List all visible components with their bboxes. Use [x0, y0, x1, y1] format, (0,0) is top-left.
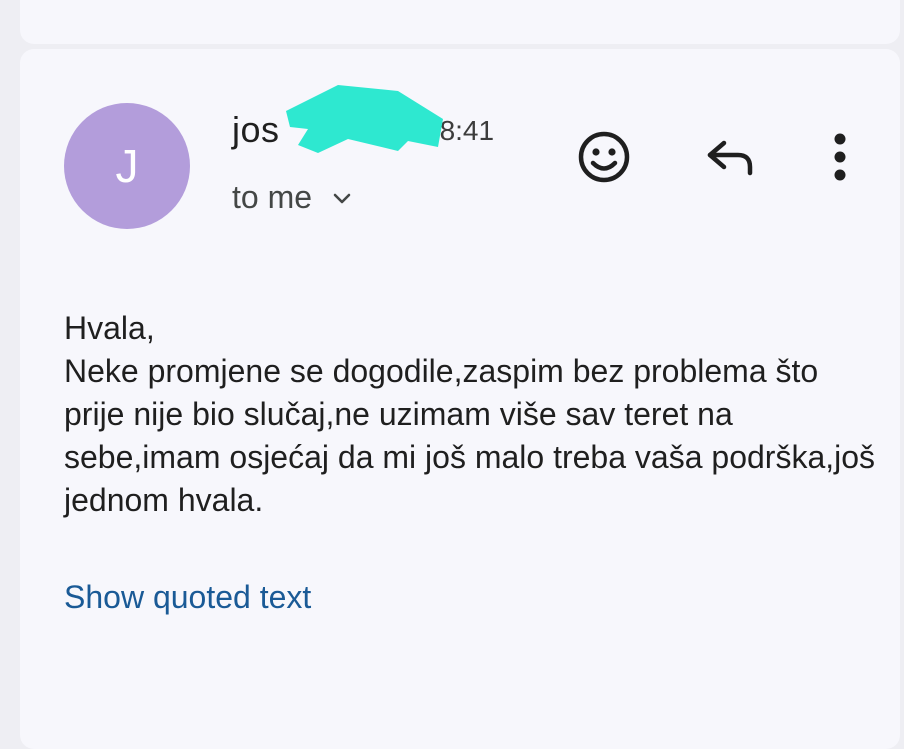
add-reaction-button[interactable]	[572, 125, 636, 189]
redaction-scribble	[286, 85, 443, 153]
reply-button[interactable]	[700, 127, 760, 187]
smiley-face-icon	[578, 131, 630, 183]
recipient-label: to me	[232, 179, 313, 215]
previous-message-card	[20, 0, 900, 44]
show-quoted-text-link[interactable]: Show quoted text	[64, 579, 311, 616]
message-greeting: Hvala,	[64, 310, 155, 346]
reply-arrow-icon	[707, 140, 753, 176]
more-options-button[interactable]	[820, 127, 860, 187]
chevron-down-icon	[333, 193, 351, 203]
avatar-initial: J	[115, 140, 139, 192]
more-vertical-icon	[834, 133, 846, 181]
message-body: Hvala, Neke promjene se dogodile,zaspim …	[64, 307, 884, 522]
recipient-toggle[interactable]: to me	[232, 179, 354, 216]
sender-name: jos	[232, 109, 280, 150]
email-message-card: J jos 08:41 to me Hvala, Neke promjene s…	[20, 49, 900, 749]
sender-avatar[interactable]: J	[64, 103, 190, 229]
message-paragraph: Neke promjene se dogodile,zaspim bez pro…	[64, 353, 876, 518]
